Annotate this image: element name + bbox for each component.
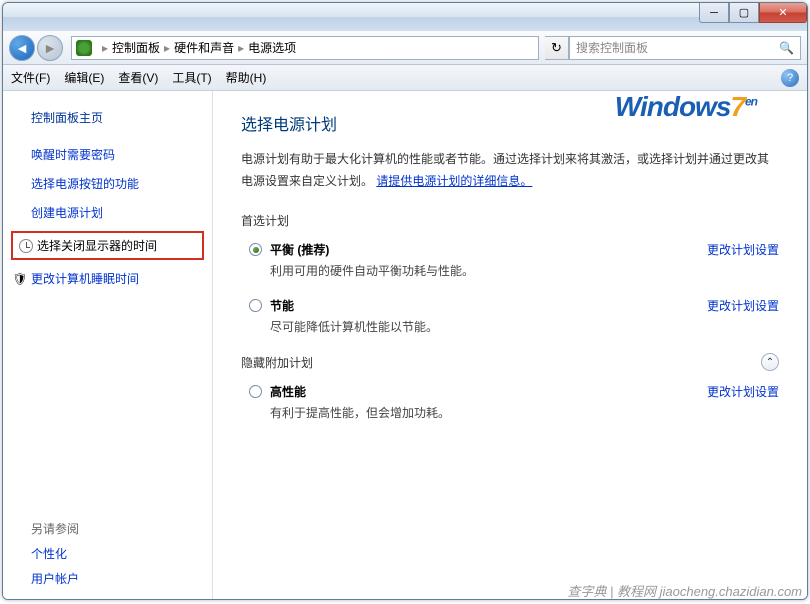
menu-file[interactable]: 文件(F) (11, 69, 50, 86)
radio-saver[interactable] (249, 299, 262, 312)
nav-bar: ◄ ► ▸ 控制面板 ▸ 硬件和声音 ▸ 电源选项 ↻ 搜索控制面板 🔍 (3, 31, 807, 65)
address-bar[interactable]: ▸ 控制面板 ▸ 硬件和声音 ▸ 电源选项 (71, 36, 539, 60)
clock-icon (19, 239, 33, 253)
change-plan-settings-link[interactable]: 更改计划设置 (707, 383, 779, 400)
plan-desc: 尽可能降低计算机性能以节能。 (270, 318, 691, 335)
sidebar-link-display-off-highlighted[interactable]: 选择关闭显示器的时间 (11, 231, 204, 260)
sidebar-footer-user-accounts[interactable]: 用户帐户 (31, 570, 212, 587)
control-panel-home-link[interactable]: 控制面板主页 (31, 109, 212, 126)
plan-desc: 有利于提高性能，但会增加功耗。 (270, 404, 691, 421)
sidebar-item-label: 更改计算机睡眠时间 (31, 270, 139, 287)
minimize-button[interactable]: ─ (699, 3, 729, 23)
sidebar-footer-personalization[interactable]: 个性化 (31, 545, 212, 562)
details-link[interactable]: 请提供电源计划的详细信息。 (376, 174, 532, 188)
sidebar: 控制面板主页 唤醒时需要密码 选择电源按钮的功能 创建电源计划 选择关闭显示器的… (3, 91, 213, 599)
menu-view[interactable]: 查看(V) (118, 69, 158, 86)
sidebar-link-create-plan[interactable]: 创建电源计划 (31, 204, 212, 221)
maximize-button[interactable]: ▢ (729, 3, 759, 23)
search-icon[interactable]: 🔍 (779, 41, 794, 55)
help-icon[interactable]: ? (781, 69, 799, 87)
collapse-toggle[interactable]: ⌃ (761, 353, 779, 371)
hidden-plans-title: 隐藏附加计划 (241, 354, 313, 371)
plan-high-performance: 高性能 有利于提高性能，但会增加功耗。 更改计划设置 (241, 383, 779, 421)
main-content: Windows7en 选择电源计划 电源计划有助于最大化计算机的性能或者节能。通… (213, 91, 807, 599)
change-plan-settings-link[interactable]: 更改计划设置 (707, 297, 779, 314)
plan-name: 高性能 (270, 383, 691, 400)
breadcrumb-item[interactable]: 硬件和声音 (174, 39, 234, 56)
sidebar-item-label: 选择关闭显示器的时间 (37, 237, 157, 254)
see-also-label: 另请参阅 (31, 520, 212, 537)
plan-desc: 利用可用的硬件自动平衡功耗与性能。 (270, 262, 691, 279)
change-plan-settings-link[interactable]: 更改计划设置 (707, 241, 779, 258)
radio-balanced[interactable] (249, 243, 262, 256)
refresh-button[interactable]: ↻ (545, 36, 569, 60)
sidebar-link-sleep-time[interactable]: 🛡 更改计算机睡眠时间 (13, 270, 212, 287)
search-placeholder: 搜索控制面板 (576, 39, 648, 56)
preferred-plans-title: 首选计划 (241, 212, 779, 229)
sidebar-link-power-button[interactable]: 选择电源按钮的功能 (31, 175, 212, 192)
shield-icon: 🛡 (13, 272, 27, 286)
menu-help[interactable]: 帮助(H) (226, 69, 267, 86)
sidebar-link-require-password[interactable]: 唤醒时需要密码 (31, 146, 212, 163)
plan-name: 节能 (270, 297, 691, 314)
forward-button[interactable]: ► (37, 35, 63, 61)
radio-high[interactable] (249, 385, 262, 398)
menu-tools[interactable]: 工具(T) (172, 69, 211, 86)
search-input[interactable]: 搜索控制面板 🔍 (569, 36, 801, 60)
control-panel-icon (76, 40, 92, 56)
plan-balanced: 平衡 (推荐) 利用可用的硬件自动平衡功耗与性能。 更改计划设置 (241, 241, 779, 279)
breadcrumb-item[interactable]: 控制面板 (112, 39, 160, 56)
back-button[interactable]: ◄ (9, 35, 35, 61)
menu-bar: 文件(F) 编辑(E) 查看(V) 工具(T) 帮助(H) ? (3, 65, 807, 91)
plan-name: 平衡 (推荐) (270, 241, 691, 258)
page-description: 电源计划有助于最大化计算机的性能或者节能。通过选择计划来将其激活，或选择计划并通… (241, 149, 779, 192)
plan-saver: 节能 尽可能降低计算机性能以节能。 更改计划设置 (241, 297, 779, 335)
close-button[interactable]: ✕ (759, 3, 807, 23)
titlebar: ─ ▢ ✕ (3, 3, 807, 31)
page-title: 选择电源计划 (241, 111, 779, 135)
breadcrumb-item[interactable]: 电源选项 (248, 39, 296, 56)
menu-edit[interactable]: 编辑(E) (64, 69, 104, 86)
